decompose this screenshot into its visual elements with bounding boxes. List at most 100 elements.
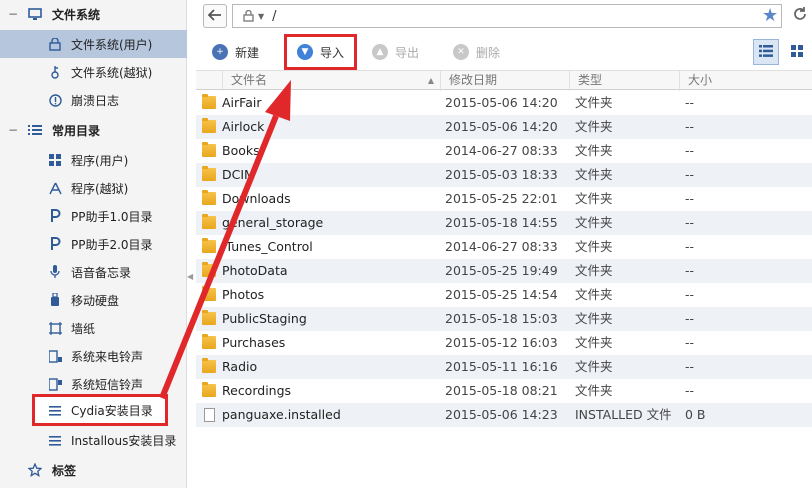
toolbar: + 新建 ▼ 导入 ▲ 导出 ✕ 删除 [196, 34, 812, 70]
file-type: 文件夹 [575, 191, 613, 206]
table-row[interactable]: Recordings 2015-05-18 08:21 文件夹 -- [196, 379, 812, 403]
table-row[interactable]: Books 2014-06-27 08:33 文件夹 -- [196, 139, 812, 163]
sidebar-item-pp2[interactable]: PP助手2.0目录 [0, 230, 187, 258]
file-size: -- [685, 287, 695, 302]
export-button[interactable]: ▲ 导出 [372, 40, 419, 64]
file-size: -- [685, 311, 695, 326]
folder-icon [202, 286, 216, 301]
column-header-name[interactable]: 文件名 ▲ [222, 71, 440, 91]
table-row[interactable]: Photos 2015-05-25 14:54 文件夹 -- [196, 283, 812, 307]
sidebar-item-crash-log[interactable]: 崩溃日志 [0, 86, 187, 114]
chevron-down-icon[interactable]: ▼ [258, 12, 264, 21]
file-size: -- [685, 383, 695, 398]
file-type: 文件夹 [575, 167, 613, 182]
table-row[interactable]: DCIM 2015-05-03 18:33 文件夹 -- [196, 163, 812, 187]
collapse-toggle[interactable]: − [8, 7, 18, 21]
bookmark-star-button[interactable]: ★ [762, 6, 778, 26]
sidebar-item-installous[interactable]: Installous安装目录 [0, 426, 187, 454]
folder-icon [202, 262, 216, 277]
group-filesystem[interactable]: − 文件系统 [0, 0, 187, 28]
table-row[interactable]: panguaxe.installed 2015-05-06 14:23 INSTAL… [196, 403, 812, 427]
file-size: -- [685, 119, 695, 134]
sms-tone-icon [48, 377, 62, 391]
sidebar-item-wallpaper[interactable]: 墙纸 [0, 314, 187, 342]
path-input[interactable]: ▼ / [232, 4, 782, 28]
sidebar-item-label: 文件系统(越狱) [71, 65, 153, 80]
sidebar-item-apps-user[interactable]: 程序(用户) [0, 146, 187, 174]
column-header-type[interactable]: 类型 [569, 71, 679, 91]
list-icon [48, 435, 62, 446]
column-header-date[interactable]: 修改日期 [440, 71, 569, 91]
folder-icon [202, 310, 216, 325]
delete-button[interactable]: ✕ 删除 [453, 40, 500, 64]
import-icon: ▼ [297, 44, 313, 60]
grid-view-button[interactable] [784, 39, 810, 65]
pp-icon [48, 237, 62, 251]
file-size: -- [685, 335, 695, 350]
file-table-header: 文件名 ▲ 修改日期 类型 大小 [196, 70, 812, 91]
sidebar-item-apps-jailbreak[interactable]: 程序(越狱) [0, 174, 187, 202]
table-row[interactable]: Downloads 2015-05-25 22:01 文件夹 -- [196, 187, 812, 211]
file-name: Airlock [222, 119, 265, 134]
table-row[interactable]: PhotoData 2015-05-25 19:49 文件夹 -- [196, 259, 812, 283]
file-type: 文件夹 [575, 359, 613, 374]
table-row[interactable]: Purchases 2015-05-12 16:03 文件夹 -- [196, 331, 812, 355]
column-header-size[interactable]: 大小 [679, 71, 812, 91]
sidebar-item-pp1[interactable]: PP助手1.0目录 [0, 202, 187, 230]
column-label: 类型 [578, 73, 603, 87]
file-name: AirFair [222, 95, 262, 110]
file-type: 文件夹 [575, 239, 613, 254]
star-icon [28, 463, 44, 477]
file-name: DCIM [222, 167, 255, 182]
back-button[interactable] [203, 4, 227, 28]
table-row[interactable]: AirFair 2015-05-06 14:20 文件夹 -- [196, 91, 812, 115]
file-name: PhotoData [222, 263, 288, 278]
table-row[interactable]: general_storage 2015-05-18 14:55 文件夹 -- [196, 211, 812, 235]
collapse-toggle[interactable]: − [8, 123, 18, 137]
list-view-button[interactable] [753, 39, 779, 65]
folder-icon [202, 166, 216, 181]
table-row[interactable]: Airlock 2015-05-06 14:20 文件夹 -- [196, 115, 812, 139]
modified-date: 2015-05-03 18:33 [445, 167, 558, 182]
folder-icon [202, 358, 216, 373]
file-name: Purchases [222, 335, 286, 350]
new-button[interactable]: + 新建 [212, 40, 259, 64]
sidebar-item-ringtone[interactable]: 系统来电铃声 [0, 342, 187, 370]
sidebar-item-label: Installous安装目录 [71, 433, 177, 448]
modified-date: 2014-06-27 08:33 [445, 143, 558, 158]
file-size: -- [685, 239, 695, 254]
sidebar-item-filesystem-jailbreak[interactable]: 文件系统(越狱) [0, 58, 187, 86]
refresh-button[interactable] [792, 6, 808, 27]
file-type: 文件夹 [575, 287, 613, 302]
column-label: 修改日期 [449, 73, 498, 87]
group-bookmarks[interactable]: 标签 [0, 456, 187, 484]
modified-date: 2015-05-18 08:21 [445, 383, 558, 398]
sidebar-item-label: 系统来电铃声 [71, 349, 144, 364]
new-folder-icon: + [212, 44, 228, 60]
file-type: 文件夹 [575, 383, 613, 398]
file-name: panguaxe.installed [222, 407, 341, 422]
sidebar-item-usb-drive[interactable]: 移动硬盘 [0, 286, 187, 314]
monitor-icon [28, 7, 44, 21]
sidebar-item-filesystem-user[interactable]: 文件系统(用户) [0, 30, 187, 58]
collapse-sidebar-handle[interactable]: ◀ [187, 272, 195, 286]
lock-icon [243, 10, 254, 22]
table-row[interactable]: iTunes_Control 2014-06-27 08:33 文件夹 -- [196, 235, 812, 259]
file-size: -- [685, 95, 695, 110]
file-size: -- [685, 215, 695, 230]
import-button[interactable]: ▼ 导入 [284, 34, 358, 70]
export-label: 导出 [395, 45, 420, 60]
sidebar-item-label: PP助手1.0目录 [71, 209, 153, 224]
file-size: -- [685, 167, 695, 182]
file-size: -- [685, 191, 695, 206]
star-icon: ★ [762, 5, 779, 26]
sidebar-item-voice-memos[interactable]: 语音备忘录 [0, 258, 187, 286]
file-size: -- [685, 359, 695, 374]
crash-log-icon [48, 93, 62, 107]
lock-icon [48, 37, 62, 51]
folder-icon [202, 94, 216, 109]
table-row[interactable]: PublicStaging 2015-05-18 15:03 文件夹 -- [196, 307, 812, 331]
sidebar-item-cydia[interactable]: Cydia安装目录 [32, 394, 168, 426]
table-row[interactable]: Radio 2015-05-11 16:16 文件夹 -- [196, 355, 812, 379]
group-common-dirs[interactable]: − 常用目录 [0, 116, 187, 144]
